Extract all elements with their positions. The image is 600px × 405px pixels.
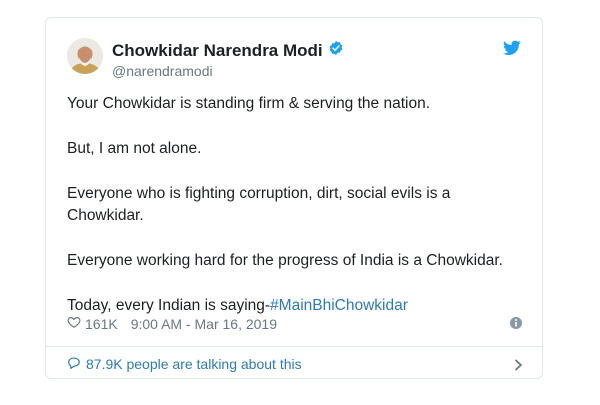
tweet-meta: 161K 9:00 AM - Mar 16, 2019 <box>67 315 523 332</box>
hashtag-link[interactable]: #MainBhiChowkidar <box>270 297 408 314</box>
verified-badge-icon <box>328 40 344 61</box>
author-name[interactable]: Chowkidar Narendra Modi <box>112 41 323 61</box>
tweet-text: Your Chowkidar is standing firm & servin… <box>67 93 527 317</box>
people-talking-text: 87.9K people are talking about this <box>86 356 302 372</box>
avatar[interactable] <box>67 38 103 74</box>
tweet-last-line-text: Today, every Indian is saying- <box>67 297 271 314</box>
like-count[interactable]: 161K <box>85 316 118 332</box>
tweet-timestamp[interactable]: 9:00 AM - Mar 16, 2019 <box>131 316 277 332</box>
tweet-card: Chowkidar Narendra Modi @narendramodi Yo… <box>45 17 543 379</box>
author-name-row[interactable]: Chowkidar Narendra Modi <box>112 40 344 61</box>
tweet-paragraph: Everyone working hard for the progress o… <box>67 252 503 269</box>
tweet-paragraph: Everyone who is fighting corruption, dir… <box>67 185 451 224</box>
author-handle[interactable]: @narendramodi <box>112 62 213 80</box>
people-talking-link[interactable]: 87.9K people are talking about this <box>67 355 523 373</box>
tweet-last-line: Today, every Indian is saying-#MainBhiCh… <box>67 295 527 317</box>
heart-icon[interactable] <box>67 315 85 332</box>
divider <box>46 346 542 347</box>
twitter-bird-icon[interactable] <box>503 40 521 56</box>
chevron-right-icon <box>514 358 523 371</box>
speech-bubble-icon <box>67 356 86 373</box>
tweet-paragraph: But, I am not alone. <box>67 140 202 157</box>
info-icon[interactable] <box>509 316 523 330</box>
tweet-paragraph: Your Chowkidar is standing firm & servin… <box>67 95 431 112</box>
